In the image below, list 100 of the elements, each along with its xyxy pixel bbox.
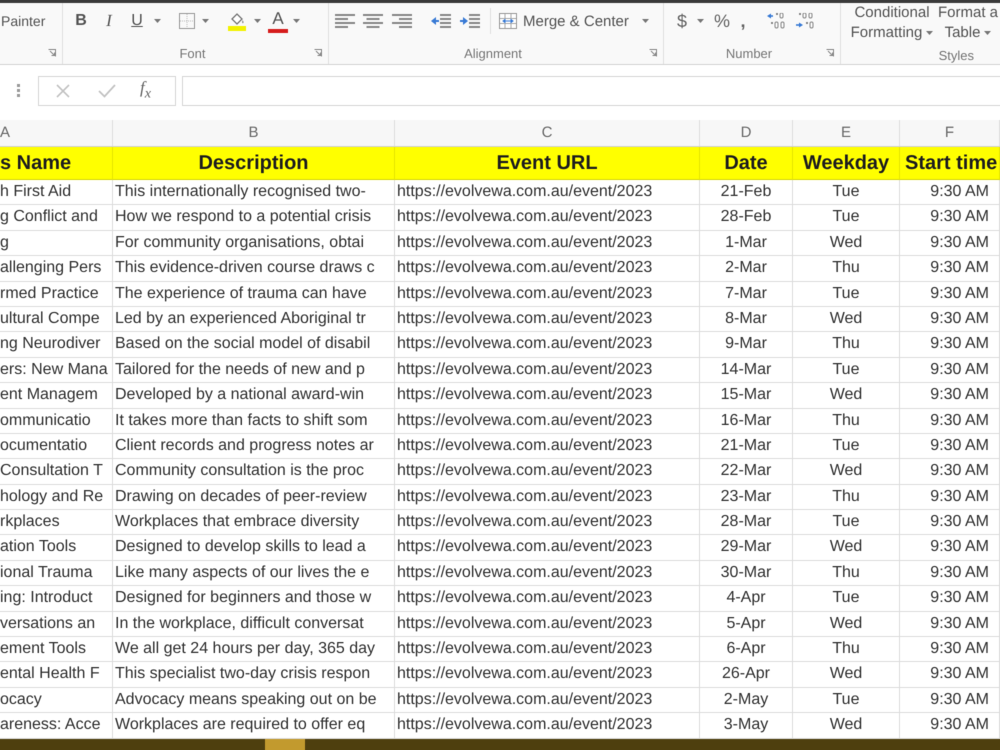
font-color-button[interactable]: A (268, 9, 288, 33)
align-center-icon[interactable] (363, 14, 383, 28)
italic-button[interactable]: I (99, 10, 119, 32)
caret-icon[interactable] (154, 19, 161, 23)
table-cell: 9:30 AM (900, 612, 1000, 638)
table-cell: Designed for beginners and those w (113, 586, 395, 612)
table-cell: ement Tools (0, 637, 113, 662)
table-cell: This evidence-driven course draws c (113, 256, 395, 282)
align-left-icon[interactable] (335, 14, 355, 28)
table-cell: Wed (793, 662, 900, 688)
insert-function-button[interactable]: f$_{x}$ (140, 78, 152, 103)
table-cell: In the workplace, difficult conversat (113, 612, 395, 638)
table-cell: https://evolvewa.com.au/event/2023 (395, 282, 700, 307)
table-cell: 9:30 AM (900, 230, 1000, 256)
table-cell: 9:30 AM (900, 434, 1000, 460)
format-as-table-button[interactable]: Format a Table (937, 3, 999, 43)
checkmark-icon[interactable] (98, 84, 116, 98)
table-cell: Workplaces that embrace diversity (113, 510, 395, 536)
table-cell: https://evolvewa.com.au/event/2023 (395, 560, 700, 586)
dialog-launcher-icon[interactable] (826, 49, 834, 57)
dialog-launcher-icon[interactable] (314, 49, 322, 57)
table-cell: 1-Mar (700, 230, 793, 256)
decrease-indent-icon[interactable] (431, 14, 451, 28)
table-cell: 21-Mar (700, 434, 793, 460)
conditional-formatting-button[interactable]: Conditional Formatting (849, 3, 935, 43)
borders-icon[interactable] (179, 13, 195, 29)
table-cell: Thu (793, 332, 900, 358)
table-cell: https://evolvewa.com.au/event/2023 (395, 459, 700, 485)
table-cell: Wed (793, 612, 900, 638)
table-cell: https://evolvewa.com.au/event/2023 (395, 637, 700, 662)
table-cell: ocumentatio (0, 434, 113, 460)
table-cell: https://evolvewa.com.au/event/2023 (395, 332, 700, 358)
increase-indent-icon[interactable] (460, 14, 480, 28)
currency-button[interactable]: $ (675, 10, 689, 32)
group-label: Styles (938, 48, 974, 63)
formula-input[interactable] (182, 76, 1000, 106)
column-title: Date (700, 147, 793, 180)
merge-center-button[interactable]: Merge & Center (499, 12, 629, 30)
table-cell: Tue (793, 434, 900, 460)
bar-highlight (265, 738, 305, 750)
table-cell: 2-Mar (700, 256, 793, 282)
table-cell: Thu (793, 560, 900, 586)
table-cell: 9:30 AM (900, 408, 1000, 434)
table-cell: 30-Mar (700, 560, 793, 586)
table-cell: 9:30 AM (900, 383, 1000, 409)
table-cell: 26-Apr (700, 662, 793, 688)
table-cell: h First Aid (0, 180, 113, 206)
table-cell: ultural Compe (0, 306, 113, 332)
increase-decimal-icon[interactable] (767, 13, 787, 29)
column-title: s Name (0, 147, 113, 180)
dialog-launcher-icon[interactable] (48, 49, 56, 57)
comma-style-button[interactable]: , (739, 10, 747, 32)
format-painter-button[interactable]: Painter (1, 13, 46, 29)
column-header[interactable]: C (395, 120, 700, 146)
table-cell: 9:30 AM (900, 688, 1000, 714)
cancel-icon[interactable] (56, 84, 70, 98)
table-cell: 16-Mar (700, 408, 793, 434)
column-title: Description (113, 147, 395, 180)
column-title: Start time (900, 147, 1000, 180)
table-cell: Community consultation is the proc (113, 459, 395, 485)
caret-icon[interactable] (254, 19, 261, 23)
caret-icon[interactable] (293, 19, 300, 23)
more-icon[interactable] (17, 84, 20, 97)
caret-icon[interactable] (697, 19, 704, 23)
group-label: Alignment (464, 46, 522, 60)
column-header[interactable]: E (793, 120, 900, 146)
column-header[interactable]: B (113, 120, 395, 146)
table-cell: Like many aspects of our lives the e (113, 560, 395, 586)
table-cell: 6-Apr (700, 637, 793, 662)
bold-button[interactable]: B (71, 10, 91, 32)
table-cell: 9:30 AM (900, 560, 1000, 586)
table-cell: ing: Introduct (0, 586, 113, 612)
table-cell: 9-Mar (700, 332, 793, 358)
table-cell: 9:30 AM (900, 306, 1000, 332)
table-cell: https://evolvewa.com.au/event/2023 (395, 510, 700, 536)
column-header[interactable]: F (900, 120, 1000, 146)
table-cell: 5-Apr (700, 612, 793, 638)
align-right-icon[interactable] (392, 14, 412, 28)
table-cell: Led by an experienced Aboriginal tr (113, 306, 395, 332)
table-cell: https://evolvewa.com.au/event/2023 (395, 434, 700, 460)
table-cell: https://evolvewa.com.au/event/2023 (395, 306, 700, 332)
table-cell: 2-May (700, 688, 793, 714)
percent-button[interactable]: % (714, 10, 728, 32)
dialog-launcher-icon[interactable] (649, 49, 657, 57)
caret-icon[interactable] (642, 19, 649, 23)
table-cell: Thu (793, 256, 900, 282)
caret-icon[interactable] (202, 19, 209, 23)
table-cell: 15-Mar (700, 383, 793, 409)
table-cell: For community organisations, obtai (113, 230, 395, 256)
fill-color-icon[interactable] (227, 11, 247, 31)
table-cell: 29-Mar (700, 535, 793, 561)
table-cell: ation Tools (0, 535, 113, 561)
decrease-decimal-icon[interactable] (795, 13, 815, 29)
column-header[interactable]: D (700, 120, 793, 146)
table-cell: 9:30 AM (900, 484, 1000, 510)
underline-button[interactable]: U (127, 10, 147, 32)
table-cell: Tue (793, 358, 900, 384)
caret-icon (926, 31, 934, 36)
column-header[interactable]: A (0, 120, 113, 146)
table-cell: rkplaces (0, 510, 113, 536)
